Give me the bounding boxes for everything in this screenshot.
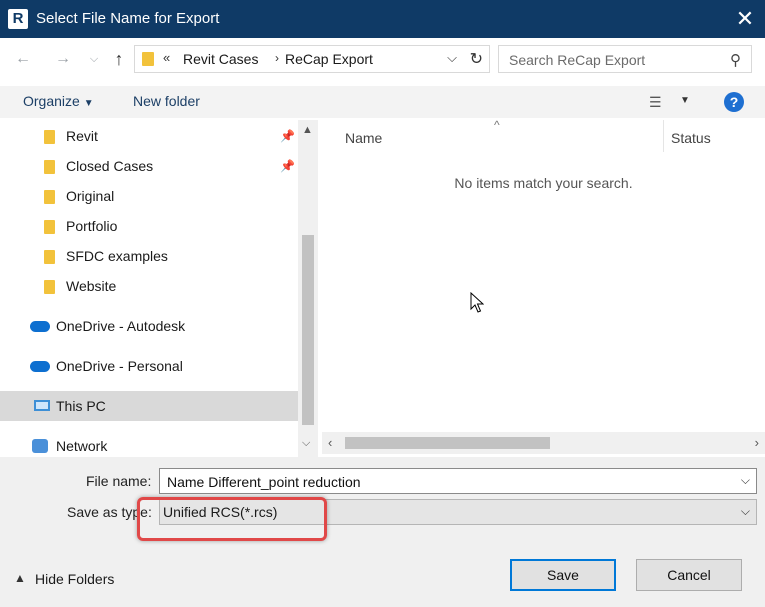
up-arrow-icon[interactable]: ↑ <box>108 48 130 70</box>
nav-item-label: Closed Cases <box>66 158 154 174</box>
breadcrumb-separator[interactable]: › <box>275 51 279 65</box>
nav-item-label: Portfolio <box>66 218 118 234</box>
file-name-combobox[interactable]: ⌵ <box>159 468 757 494</box>
search-box[interactable]: ⚲ <box>498 45 752 73</box>
address-dropdown-chevron-icon[interactable]: ⌵ <box>447 50 457 66</box>
nav-item-label: Original <box>66 188 115 204</box>
onedrive-cloud-icon <box>30 361 50 372</box>
column-header-status[interactable]: Status <box>671 130 711 146</box>
onedrive-cloud-icon <box>30 321 50 332</box>
annotation-highlight-box <box>137 497 327 541</box>
nav-item-label: This PC <box>56 398 106 414</box>
nav-item-original[interactable]: Original <box>0 181 298 211</box>
back-arrow-icon[interactable]: ← <box>12 48 34 70</box>
file-name-label: File name: <box>86 473 152 489</box>
nav-item-label: Network <box>56 438 108 454</box>
sort-ascending-icon: ^ <box>494 118 500 132</box>
mouse-cursor-icon <box>470 292 484 313</box>
pin-icon[interactable]: 📌 <box>280 129 295 143</box>
search-icon[interactable]: ⚲ <box>730 51 741 69</box>
nav-item-network[interactable]: Network <box>0 431 298 457</box>
breadcrumb-recap-export[interactable]: ReCap Export <box>285 51 373 67</box>
file-name-input[interactable] <box>165 472 729 492</box>
nav-scrollbar-thumb[interactable] <box>302 235 314 425</box>
cancel-button[interactable]: Cancel <box>636 559 742 591</box>
nav-item-onedrive-autodesk[interactable]: OneDrive - Autodesk <box>0 311 298 341</box>
navigation-pane: Revit 📌 Closed Cases 📌 Original Portfoli… <box>0 120 320 457</box>
chevron-down-icon[interactable]: ⌵ <box>741 473 750 488</box>
organize-menu[interactable]: Organize ▼ <box>23 93 94 109</box>
forward-arrow-icon[interactable]: → <box>52 48 74 70</box>
folder-icon <box>44 190 55 204</box>
nav-item-website[interactable]: Website <box>0 271 298 301</box>
organize-label: Organize <box>23 93 80 109</box>
nav-item-this-pc[interactable]: This PC <box>0 391 298 421</box>
new-folder-button[interactable]: New folder <box>133 93 200 109</box>
refresh-icon[interactable]: ↻ <box>470 49 483 69</box>
search-input[interactable] <box>507 50 721 70</box>
column-header-name[interactable]: Name <box>345 130 382 146</box>
nav-item-portfolio[interactable]: Portfolio <box>0 211 298 241</box>
export-dialog: R Select File Name for Export ✕ ← → ⌵ ↑ … <box>0 0 765 607</box>
horizontal-scrollbar[interactable]: ‹ › <box>322 432 765 454</box>
scroll-down-icon[interactable]: ⌵ <box>302 437 310 450</box>
view-options-icon[interactable]: ☰ <box>649 94 662 111</box>
view-dropdown-chevron-icon[interactable]: ▼ <box>680 95 690 106</box>
address-overflow[interactable]: « <box>163 50 170 65</box>
folder-icon <box>44 280 55 294</box>
nav-item-sfdc-examples[interactable]: SFDC examples <box>0 241 298 271</box>
scroll-up-icon[interactable]: ▲ <box>302 124 313 136</box>
scroll-left-icon[interactable]: ‹ <box>328 435 332 450</box>
nav-item-label: SFDC examples <box>66 248 168 264</box>
chevron-down-icon: ▼ <box>83 98 94 109</box>
help-icon[interactable]: ? <box>724 92 744 112</box>
computer-icon <box>34 400 50 411</box>
nav-item-revit[interactable]: Revit 📌 <box>0 121 298 151</box>
hide-folders-label: Hide Folders <box>35 571 115 587</box>
chevron-up-icon: ▲ <box>14 571 26 585</box>
column-divider[interactable] <box>663 120 664 152</box>
folder-icon <box>44 160 55 174</box>
empty-message: No items match your search. <box>454 175 633 191</box>
save-button[interactable]: Save <box>510 559 616 591</box>
title-bar: R Select File Name for Export ✕ <box>0 0 765 38</box>
bottom-panel: File name: ⌵ Save as type: Unified RCS(*… <box>0 457 765 607</box>
folder-icon <box>44 250 55 264</box>
address-bar[interactable]: « Revit Cases › ReCap Export ⌵ ↻ <box>134 45 490 73</box>
folder-icon <box>142 52 154 66</box>
folder-icon <box>44 130 55 144</box>
nav-item-label: Website <box>66 278 117 294</box>
file-list[interactable]: ^ Name Status No items match your search… <box>322 118 765 457</box>
breadcrumb-revit-cases[interactable]: Revit Cases <box>183 51 258 67</box>
window-title: Select File Name for Export <box>36 10 220 27</box>
scroll-right-icon[interactable]: › <box>755 435 759 450</box>
nav-item-label: OneDrive - Autodesk <box>56 318 186 334</box>
horizontal-scrollbar-thumb[interactable] <box>345 437 550 449</box>
chevron-down-icon[interactable]: ⌵ <box>741 504 750 519</box>
command-toolbar: Organize ▼ New folder ☰ ▼ ? <box>0 86 765 118</box>
folder-icon <box>44 220 55 234</box>
network-icon <box>32 439 48 453</box>
pin-icon[interactable]: 📌 <box>280 159 295 173</box>
recent-locations-chevron-icon[interactable]: ⌵ <box>83 48 105 70</box>
nav-item-label: Revit <box>66 128 98 144</box>
nav-item-closed-cases[interactable]: Closed Cases 📌 <box>0 151 298 181</box>
revit-app-icon: R <box>8 9 28 29</box>
nav-item-onedrive-personal[interactable]: OneDrive - Personal <box>0 351 298 381</box>
nav-item-label: OneDrive - Personal <box>56 358 183 374</box>
close-icon[interactable]: ✕ <box>733 6 757 32</box>
